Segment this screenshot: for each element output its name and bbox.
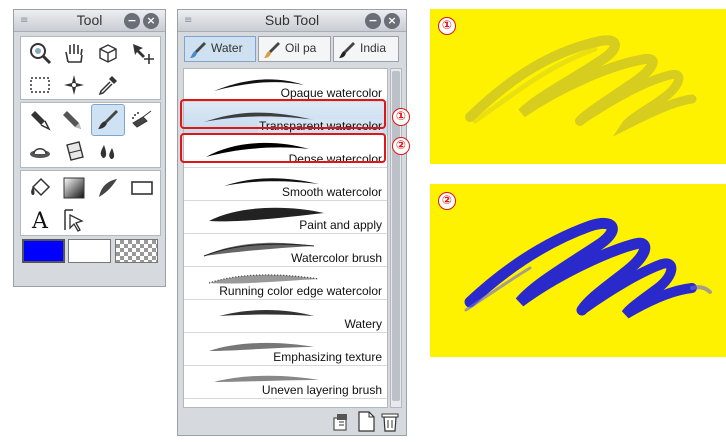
copy-subtool-icon[interactable]	[330, 410, 352, 432]
blend-icon[interactable]	[91, 136, 125, 168]
sub-tool-palette: ≡ Sub Tool − × Water Oil pa India Opaque…	[177, 9, 407, 436]
brush-name: Watery	[343, 317, 383, 331]
highlight-dense-watercolor	[180, 133, 386, 163]
eyedropper-icon[interactable]	[91, 69, 125, 101]
oil-paint-brush-icon	[264, 42, 280, 58]
pencil-icon[interactable]	[57, 104, 91, 136]
minimize-icon[interactable]: −	[124, 13, 140, 29]
rect-selection-icon[interactable]	[23, 69, 57, 101]
text-icon[interactable]: A	[23, 204, 57, 236]
sub-tool-group-tabs: Water Oil pa India	[183, 34, 401, 64]
sample-badge-2: ②	[438, 192, 456, 210]
brush-name: Watercolor brush	[290, 251, 383, 265]
decoration-icon[interactable]	[23, 136, 57, 168]
sub-tool-title-bar[interactable]: ≡ Sub Tool − ×	[178, 10, 406, 32]
move-layer-icon[interactable]	[125, 37, 159, 69]
tool-group-view	[20, 36, 161, 100]
color-swatches	[20, 239, 161, 265]
list-item[interactable]: Uneven layering brush	[184, 366, 387, 399]
transparent-color-swatch[interactable]	[115, 239, 158, 263]
list-item[interactable]: Paint and apply	[184, 201, 387, 234]
india-ink-brush-icon	[339, 42, 355, 58]
minimize-icon[interactable]: −	[365, 13, 381, 29]
close-icon[interactable]: ×	[384, 13, 400, 29]
hand-icon[interactable]	[57, 37, 91, 69]
list-item[interactable]: Watery	[184, 300, 387, 333]
watercolor-brush-icon	[190, 42, 206, 58]
sub-color-swatch[interactable]	[68, 239, 111, 263]
callout-badge-2: ②	[392, 137, 410, 155]
brush-name: Running color edge watercolor	[218, 284, 383, 298]
transparent-watercolor-stroke	[465, 35, 697, 137]
sample-badge-1: ①	[438, 17, 456, 35]
close-icon[interactable]: ×	[143, 13, 159, 29]
tab-watercolor[interactable]: Water	[184, 36, 256, 62]
callout-badge-1: ①	[392, 108, 410, 126]
tool-palette-title-bar[interactable]: ≡ Tool − ×	[14, 10, 165, 32]
tab-label: India	[360, 41, 387, 55]
eraser-icon[interactable]	[57, 136, 91, 168]
highlight-transparent-watercolor	[180, 99, 386, 129]
gradient-icon[interactable]	[57, 172, 91, 204]
auto-select-icon[interactable]	[57, 69, 91, 101]
brush-name: Emphasizing texture	[272, 350, 383, 364]
tool-group-fill: A	[20, 170, 161, 236]
list-item[interactable]: Opaque watercolor	[184, 69, 387, 102]
tool-palette: ≡ Tool − × A	[13, 9, 166, 287]
airbrush-icon[interactable]	[125, 104, 159, 136]
tool-group-drawing	[20, 102, 161, 168]
new-subtool-icon[interactable]	[355, 410, 377, 432]
brush-stroke-preview	[219, 310, 314, 316]
brush-name: Paint and apply	[298, 218, 383, 232]
zoom-icon[interactable]	[23, 37, 57, 69]
list-item[interactable]: Smooth watercolor	[184, 168, 387, 201]
tab-label: Oil pa	[285, 41, 317, 55]
dense-watercolor-stroke	[464, 217, 712, 319]
list-item[interactable]: Running color edge watercolor	[184, 267, 387, 300]
sample-dense-watercolor: ②	[430, 184, 726, 357]
figure-icon[interactable]	[91, 172, 125, 204]
sample-transparent-watercolor: ①	[430, 9, 726, 164]
brush-name: Smooth watercolor	[280, 185, 383, 199]
svg-text:A: A	[31, 209, 49, 233]
brush-icon[interactable]	[91, 104, 125, 136]
tab-oil-paint[interactable]: Oil pa	[258, 36, 331, 62]
fill-icon[interactable]	[23, 172, 57, 204]
list-item[interactable]: Watercolor brush	[184, 234, 387, 267]
main-color-swatch[interactable]	[22, 239, 65, 263]
tab-label: Water	[211, 41, 243, 55]
frame-icon[interactable]	[125, 172, 159, 204]
3d-icon[interactable]	[91, 37, 125, 69]
list-item[interactable]: Emphasizing texture	[184, 333, 387, 366]
operation-icon[interactable]	[57, 204, 91, 236]
brush-name: Uneven layering brush	[260, 383, 383, 397]
pen-icon[interactable]	[23, 104, 57, 136]
delete-subtool-icon[interactable]	[379, 410, 401, 432]
brush-name: Opaque watercolor	[279, 86, 383, 100]
tab-india-ink[interactable]: India	[333, 36, 399, 62]
sub-tool-bottom-bar	[183, 410, 401, 432]
